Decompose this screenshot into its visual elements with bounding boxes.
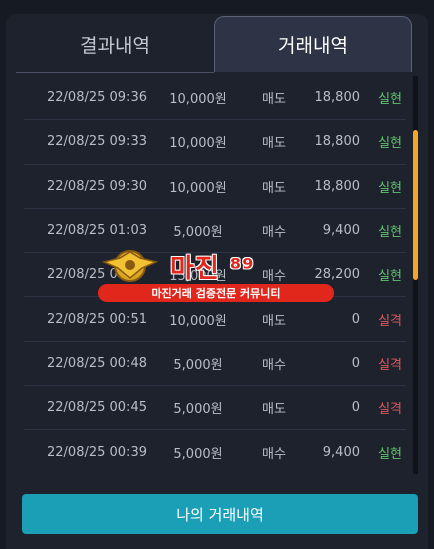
trade-amount: 10,000원 [169,136,227,152]
trade-time: 22/08/25 00:45 [47,400,147,416]
trade-result: 실현 [378,180,402,196]
trade-time: 22/08/25 00:51 [47,311,147,327]
trade-price: 9,400 [322,223,360,239]
trade-type: 매도 [262,180,286,196]
eagle-emblem-icon [101,250,159,282]
trade-price: 18,800 [314,178,361,194]
trade-result: 실현 [378,225,402,241]
table-row: 22/08/25 09:30 10,000원 매도 18,800 실현 [24,165,406,209]
trade-result: 실현 [378,269,402,285]
trade-price: 0 [351,355,360,371]
trade-price: 0 [351,311,360,327]
table-row: 22/08/25 00:45 5,000원 매도 0 실격 [24,386,406,431]
scrollbar-thumb[interactable] [413,130,418,280]
my-trade-history-button[interactable]: 나의 거래내역 [22,494,418,534]
trade-result: 실현 [378,136,402,152]
trade-price: 0 [351,400,360,416]
trade-price: 9,400 [322,444,360,460]
table-row: 22/08/25 00:48 5,000원 매수 0 실격 [24,342,406,387]
table-row: 22/08/25 09:33 10,000원 매도 18,800 실현 [24,120,406,165]
trade-time: 22/08/25 09:36 [47,90,147,106]
trade-time: 22/08/25 09:30 [47,178,147,194]
trade-amount: 10,000원 [169,180,227,196]
table-row: 22/08/25 00:39 5,000원 매수 9,400 실현 [24,430,406,474]
trade-time: 22/08/25 09:33 [47,134,147,150]
trade-type: 매수 [262,225,286,241]
trade-type: 매수 [262,357,286,373]
trade-amount: 5,000원 [173,357,223,373]
trade-price: 18,800 [314,134,361,150]
table-row: 22/08/25 01:03 5,000원 매수 9,400 실현 [24,209,406,254]
trade-type: 매도 [262,313,286,329]
watermark-logo: 마진 ⁸⁹ [170,254,255,284]
trade-time: 22/08/25 00:39 [47,444,147,460]
trade-amount: 5,000원 [173,446,223,462]
trade-type: 매도 [262,136,286,152]
trade-amount: 10,000원 [169,313,227,329]
trade-result: 실격 [378,313,402,329]
trade-type: 매수 [262,446,286,462]
trade-type: 매도 [262,92,286,108]
trade-amount: 5,000원 [173,402,223,418]
watermark-slogan: 마진거래 검증전문 커뮤니티 [98,284,334,302]
trade-result: 실현 [378,446,402,462]
trade-time: 22/08/25 00:48 [47,355,147,371]
trade-type: 매도 [262,402,286,418]
trade-result: 실격 [378,402,402,418]
trade-amount: 5,000원 [173,225,223,241]
trade-result: 실격 [378,357,402,373]
watermark: 마진 ⁸⁹ 마진거래 검증전문 커뮤니티 [98,248,334,306]
trade-amount: 10,000원 [169,92,227,108]
tab-bar: 결과내역 거래내역 [16,16,412,73]
trade-result: 실현 [378,92,402,108]
table-row: 22/08/25 09:36 10,000원 매도 18,800 실현 [24,76,406,121]
trade-price: 18,800 [314,90,361,106]
tab-trades[interactable]: 거래내역 [214,16,412,72]
trade-time: 22/08/25 01:03 [47,223,147,239]
tab-results[interactable]: 결과내역 [16,16,214,73]
